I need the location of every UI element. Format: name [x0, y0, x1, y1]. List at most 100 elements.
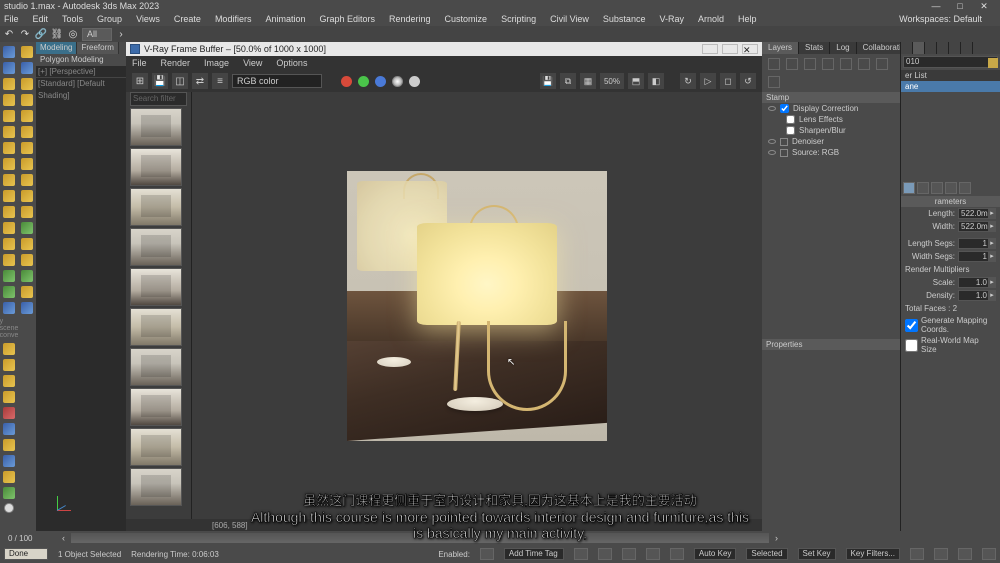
icon-d-2[interactable]: [3, 359, 15, 371]
nav-zoom-icon[interactable]: [934, 548, 948, 560]
hierarchy-tab-icon[interactable]: [925, 42, 937, 54]
polygon-modeling-label[interactable]: Polygon Modeling: [36, 54, 126, 66]
object-color-swatch[interactable]: [988, 58, 998, 68]
icon-d-6[interactable]: [3, 423, 15, 435]
channel-selector[interactable]: RGB color: [232, 74, 322, 88]
density-spinner[interactable]: 1.0: [958, 290, 996, 301]
menu-graph[interactable]: Graph Editors: [319, 14, 375, 24]
space-warps-icon[interactable]: [3, 126, 15, 138]
icon-b-4[interactable]: [3, 206, 15, 218]
icon-d-3[interactable]: [3, 375, 15, 387]
width-segs-spinner[interactable]: 1: [958, 251, 996, 262]
delete-layer-icon[interactable]: [786, 58, 798, 70]
icon-b-7[interactable]: [3, 254, 15, 266]
menu-customize[interactable]: Customize: [445, 14, 488, 24]
create-tab-icon[interactable]: [901, 42, 913, 54]
icon2-11[interactable]: [21, 206, 33, 218]
menu-bar[interactable]: File Edit Tools Group Views Create Modif…: [0, 12, 1000, 26]
vfb-menu-file[interactable]: File: [132, 58, 147, 68]
vfb-close-button[interactable]: ✕: [742, 44, 758, 54]
lights-icon[interactable]: [3, 78, 15, 90]
goto-end-button[interactable]: [670, 548, 684, 560]
menu-rendering[interactable]: Rendering: [389, 14, 431, 24]
vfb-menu-options[interactable]: Options: [276, 58, 307, 68]
play-button[interactable]: [622, 548, 636, 560]
add-time-tag-button[interactable]: Add Time Tag: [504, 548, 564, 560]
undo-layer-icon[interactable]: [840, 58, 852, 70]
vfb-menu-view[interactable]: View: [243, 58, 262, 68]
icon-c-1[interactable]: [3, 270, 15, 282]
menu-create[interactable]: Create: [174, 14, 201, 24]
selected-dropdown[interactable]: Selected: [746, 548, 787, 560]
length-segs-spinner[interactable]: 1: [958, 238, 996, 249]
scale-spinner[interactable]: 1.0: [958, 277, 996, 288]
green-channel-icon[interactable]: [358, 76, 369, 87]
save-image-button[interactable]: 💾: [540, 73, 556, 89]
menu-group[interactable]: Group: [97, 14, 122, 24]
utilities-tab-icon[interactable]: [961, 42, 973, 54]
icon-d-4[interactable]: [3, 391, 15, 403]
add-layer-icon[interactable]: [768, 58, 780, 70]
history-list[interactable]: [130, 108, 183, 519]
folder-icon[interactable]: [804, 58, 816, 70]
copy-image-button[interactable]: ⧉: [560, 73, 576, 89]
history-thumbnail[interactable]: [130, 388, 182, 426]
eye-icon[interactable]: [768, 106, 776, 111]
sharpen-checkbox[interactable]: [786, 126, 795, 135]
motion-tab-icon[interactable]: [937, 42, 949, 54]
configure-icon[interactable]: [959, 182, 971, 194]
ab-button[interactable]: ⇄: [192, 73, 208, 89]
link-pdp-button[interactable]: ⬒: [628, 73, 644, 89]
eye-icon[interactable]: [768, 150, 776, 155]
sharpen-row[interactable]: Sharpen/Blur: [762, 125, 900, 136]
redo-layer-icon[interactable]: [858, 58, 870, 70]
link-icon[interactable]: 🔗: [34, 27, 48, 41]
ipr-button[interactable]: ↺: [740, 73, 756, 89]
history-thumbnail[interactable]: [130, 148, 182, 186]
icon-d-10[interactable]: [3, 487, 15, 499]
menu-tools[interactable]: Tools: [62, 14, 83, 24]
icon2-10[interactable]: [21, 190, 33, 202]
region-button[interactable]: ▦: [580, 73, 596, 89]
more-toolbar-icon[interactable]: ›: [114, 27, 128, 41]
history-search-input[interactable]: Search filter: [130, 92, 187, 106]
blue-channel-icon[interactable]: [375, 76, 386, 87]
show-end-icon[interactable]: [917, 182, 929, 194]
menu-animation[interactable]: Animation: [265, 14, 305, 24]
minimize-button[interactable]: —: [924, 1, 948, 11]
history-thumbnail[interactable]: [130, 468, 182, 506]
stop-button[interactable]: ◻: [720, 73, 736, 89]
display-correction-row[interactable]: Display Correction: [762, 103, 900, 114]
section-stamp[interactable]: Stamp: [762, 92, 900, 103]
tab-layers[interactable]: Layers: [762, 42, 799, 54]
icon-d-8[interactable]: [3, 455, 15, 467]
lens-effects-row[interactable]: Lens Effects: [762, 114, 900, 125]
menu-scripting[interactable]: Scripting: [501, 14, 536, 24]
icon2-6[interactable]: [21, 126, 33, 138]
icon2-16[interactable]: [21, 286, 33, 298]
tab-stats[interactable]: Stats: [799, 42, 830, 54]
geometry-icon[interactable]: [3, 46, 15, 58]
menu-file[interactable]: File: [4, 14, 19, 24]
history-thumbnail[interactable]: [130, 428, 182, 466]
icon2-3[interactable]: [21, 78, 33, 90]
icon-d-7[interactable]: [3, 439, 15, 451]
icon2-14[interactable]: [21, 254, 33, 266]
modifier-stack-item[interactable]: ane: [901, 81, 1000, 92]
vfb-maximize-button[interactable]: [722, 44, 738, 54]
menu-help[interactable]: Help: [738, 14, 757, 24]
list-icon[interactable]: [876, 58, 888, 70]
icon-b-1[interactable]: [3, 158, 15, 170]
icon2-17[interactable]: [21, 302, 33, 314]
keyfilters-button[interactable]: Key Filters...: [846, 548, 900, 560]
undo-icon[interactable]: ↶: [2, 27, 16, 41]
menu-views[interactable]: Views: [136, 14, 160, 24]
cameras-icon[interactable]: [3, 94, 15, 106]
vfb-minimize-button[interactable]: [702, 44, 718, 54]
icon2-12[interactable]: [21, 222, 33, 234]
icon-c-3[interactable]: [3, 302, 15, 314]
goto-start-button[interactable]: [574, 548, 588, 560]
gen-mapping-checkbox[interactable]: [905, 319, 918, 332]
timeline[interactable]: 0 / 100 ‹ ›: [0, 531, 1000, 545]
vfb-titlebar[interactable]: V-Ray Frame Buffer – [50.0% of 1000 x 10…: [126, 42, 762, 56]
